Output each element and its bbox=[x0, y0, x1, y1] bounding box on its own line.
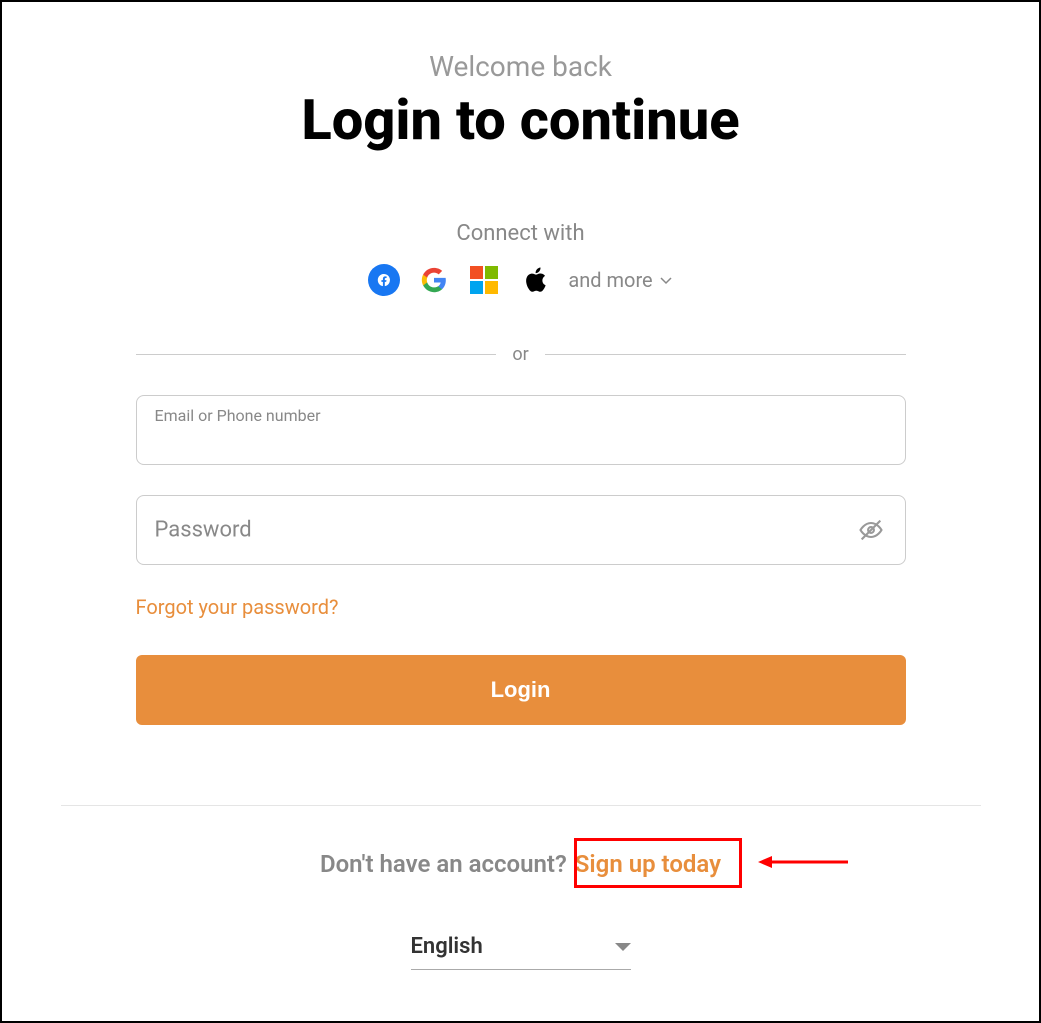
email-label: Email or Phone number bbox=[155, 406, 321, 425]
login-button[interactable]: Login bbox=[136, 655, 906, 725]
signup-prompt: Don't have an account? bbox=[320, 850, 567, 878]
toggle-password-visibility-icon[interactable] bbox=[857, 516, 885, 544]
chevron-down-icon bbox=[615, 943, 631, 951]
password-field[interactable]: Password bbox=[136, 495, 906, 565]
divider: or bbox=[136, 344, 906, 365]
more-label: and more bbox=[568, 268, 652, 292]
language-label: English bbox=[411, 934, 483, 959]
more-providers-dropdown[interactable]: and more bbox=[568, 268, 672, 292]
forgot-password-link[interactable]: Forgot your password? bbox=[136, 595, 906, 619]
page-title: Login to continue bbox=[301, 87, 739, 153]
signup-row: Don't have an account? Sign up today bbox=[2, 850, 1039, 878]
social-login-row: and more bbox=[368, 264, 672, 296]
bottom-divider bbox=[61, 805, 981, 806]
email-field[interactable]: Email or Phone number bbox=[136, 395, 906, 465]
divider-text: or bbox=[512, 344, 528, 365]
google-icon[interactable] bbox=[418, 264, 450, 296]
connect-with-label: Connect with bbox=[456, 221, 584, 246]
microsoft-icon[interactable] bbox=[468, 264, 500, 296]
signup-link[interactable]: Sign up today bbox=[575, 850, 721, 878]
apple-icon[interactable] bbox=[518, 264, 550, 296]
annotation-arrow-icon bbox=[758, 850, 848, 878]
facebook-icon[interactable] bbox=[368, 264, 400, 296]
welcome-text: Welcome back bbox=[429, 50, 612, 83]
language-selector[interactable]: English bbox=[411, 934, 631, 970]
password-placeholder: Password bbox=[155, 518, 252, 543]
chevron-down-icon bbox=[659, 273, 673, 287]
